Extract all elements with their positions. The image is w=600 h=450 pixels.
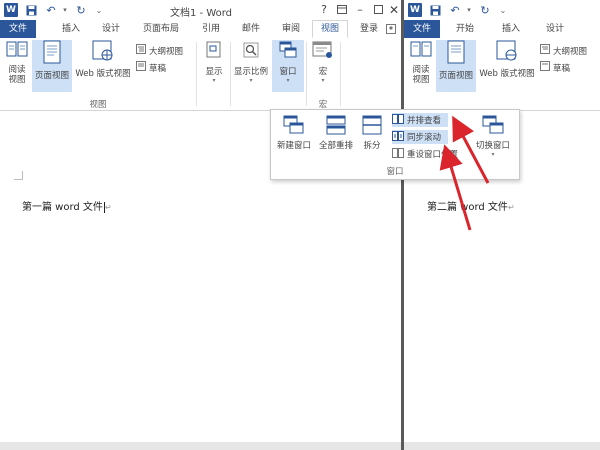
split-icon [357,114,387,139]
print-layout-icon [436,40,476,67]
tab-review[interactable]: 审阅 [276,20,306,38]
new-window-button[interactable]: 新建窗口 [273,114,315,151]
sync-scrolling-button[interactable]: 同步滚动 [392,130,448,144]
outline-button[interactable]: 大纲视图 [136,44,183,57]
macros-icon [308,40,338,63]
group-divider [196,42,197,106]
zoom-button[interactable]: 显示比例 ▾ [232,40,270,92]
new-window-icon [273,114,315,139]
switch-windows-icon [469,114,517,139]
arrange-all-icon [315,114,357,139]
draft-icon [540,61,550,74]
word-logo-icon: W [408,3,422,17]
macros-dropdown-icon: ▾ [321,77,325,84]
side-by-side-icon [392,113,404,127]
draft-icon [136,61,146,74]
view-group-label: 视图 [89,100,107,110]
group-divider [306,42,307,106]
outline-icon [540,44,550,57]
customize-quick-access-icon[interactable]: ⌄ [496,3,510,17]
close-icon[interactable]: ✕ [386,2,401,17]
tab-insert[interactable]: 插入 [496,20,526,38]
read-mode-button[interactable]: 阅读 视图 [4,40,30,92]
read-mode-icon [4,40,30,63]
tab-view[interactable]: 视图 [312,20,348,38]
save-icon[interactable] [24,3,38,17]
help-icon[interactable]: ? [316,2,332,17]
window-dropdown-icon: ▾ [286,77,290,84]
customize-quick-access-icon[interactable]: ⌄ [92,3,106,17]
window-title: 文档1 - Word [170,8,233,19]
web-layout-icon [74,40,132,65]
undo-dropdown-icon[interactable]: ▾ [58,3,72,17]
ribbon-display-icon[interactable] [334,2,350,17]
ribbon-tabs: 文件 开始 插入 设计 [404,20,600,39]
ribbon-tabs: 文件 插入 设计 页面布局 引用 邮件 审阅 视图 登录 [0,20,401,39]
window-icon [272,40,304,63]
minimize-icon[interactable]: – [352,2,368,17]
tab-design[interactable]: 设计 [540,20,570,38]
horizontal-scrollbar[interactable] [0,442,401,450]
page-margin-corner [14,171,23,180]
outline-icon [136,44,146,57]
horizontal-scrollbar[interactable] [404,442,600,450]
undo-icon[interactable]: ↶ [44,3,58,17]
group-divider [230,42,231,106]
document-text[interactable]: 第一篇 word 文件 ↵ [22,198,112,213]
undo-dropdown-icon[interactable]: ▾ [462,3,476,17]
left-word-window: W ↶ ▾ ↻ ⌄ 文档1 - Word ? – ✕ 文件 插入 设计 页面布局… [0,0,401,450]
tab-file[interactable]: 文件 [404,20,440,38]
tab-references[interactable]: 引用 [196,20,226,38]
read-mode-icon [408,40,434,63]
title-bar: W ↶ ▾ ↻ ⌄ 文档1 - Word ? – ✕ [0,0,401,20]
show-dropdown-icon: ▾ [212,77,216,84]
show-button[interactable]: 显示 ▾ [200,40,228,92]
ribbon: 阅读 视图 页面视图 Web 版式视图 大纲视图 草稿 视图 显示 ▾ 显示比例… [0,38,401,111]
switch-windows-dropdown-icon: ▾ [491,151,495,158]
group-divider [340,42,341,106]
redo-icon[interactable]: ↻ [478,3,492,17]
title-bar: W ↶ ▾ ↻ ⌄ [404,0,600,20]
undo-icon[interactable]: ↶ [448,3,462,17]
zoom-icon [232,40,270,63]
tab-insert[interactable]: 插入 [56,20,86,38]
tab-page-layout[interactable]: 页面布局 [136,20,186,38]
switch-windows-button[interactable]: 切换窗口 ▾ [469,114,517,158]
show-icon [200,40,228,63]
read-mode-button[interactable]: 阅读 视图 [408,40,434,92]
reset-window-icon [392,147,404,161]
print-layout-button[interactable]: 页面视图 [32,40,72,92]
redo-icon[interactable]: ↻ [74,3,88,17]
web-layout-button[interactable]: Web 版式视图 [478,40,536,92]
tab-home[interactable]: 开始 [450,20,480,38]
window-group-label: 窗口 [386,167,404,177]
right-word-window: W ↶ ▾ ↻ ⌄ 文件 开始 插入 设计 阅读 视图 页面视图 Web 版式视… [404,0,600,450]
outline-button[interactable]: 大纲视图 [540,44,587,57]
signin-icon[interactable] [383,20,399,38]
tab-file[interactable]: 文件 [0,20,36,38]
view-side-by-side-button[interactable]: 并排查看 [392,113,448,127]
signin-link[interactable]: 登录 [356,20,382,38]
save-icon[interactable] [428,3,442,17]
arrange-all-button[interactable]: 全部重排 [315,114,357,151]
web-layout-button[interactable]: Web 版式视图 [74,40,132,92]
tab-mailings[interactable]: 邮件 [236,20,266,38]
split-button[interactable]: 拆分 [357,114,387,151]
draft-button[interactable]: 草稿 [540,61,570,74]
maximize-icon[interactable] [370,2,386,17]
document-text[interactable]: 第二篇 word 文件↵ [427,198,515,213]
sync-scrolling-icon [392,130,404,144]
window-dropdown-panel: 新建窗口 全部重排 拆分 并排查看 同步滚动 重设窗口位置 切换窗口 ▾ 窗口 [270,109,520,180]
web-layout-icon [478,40,536,65]
reset-window-position-button[interactable]: 重设窗口位置 [392,147,458,161]
print-layout-icon [32,40,72,67]
window-button[interactable]: 窗口 ▾ [272,40,304,92]
tab-design[interactable]: 设计 [96,20,126,38]
word-logo-icon: W [4,3,18,17]
macros-button[interactable]: 宏 ▾ [308,40,338,92]
zoom-dropdown-icon: ▾ [249,77,253,84]
ribbon: 阅读 视图 页面视图 Web 版式视图 大纲视图 草稿 [404,38,600,111]
draft-button[interactable]: 草稿 [136,61,166,74]
print-layout-button[interactable]: 页面视图 [436,40,476,92]
